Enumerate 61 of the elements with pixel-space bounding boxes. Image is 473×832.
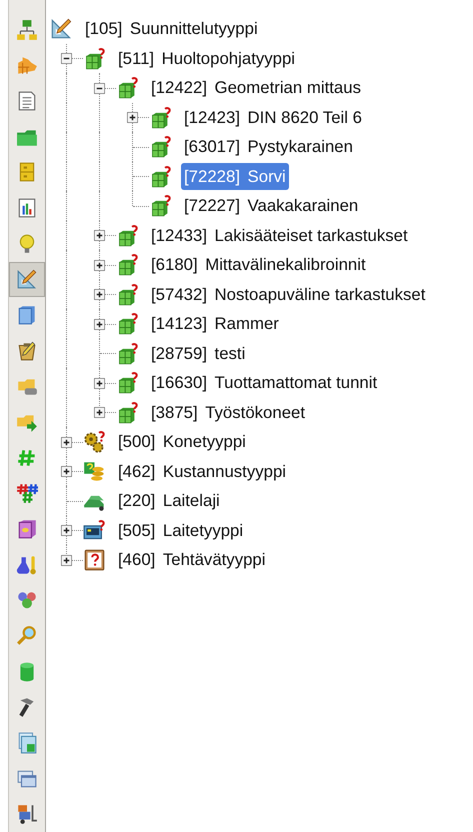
tree-item[interactable]: [12433] Lakisääteiset tarkastukset <box>148 222 411 249</box>
tree-item[interactable]: [105] Suunnittelutyyppi <box>82 15 261 42</box>
box-icon <box>116 282 139 306</box>
tree-item[interactable]: [16630] Tuottamattomat tunnit <box>148 369 380 396</box>
box-icon <box>149 106 172 129</box>
box-icon <box>149 135 172 158</box>
expand-icon[interactable] <box>94 260 105 271</box>
expand-icon[interactable] <box>94 289 105 300</box>
box-icon <box>149 194 172 218</box>
box-icon <box>149 164 172 188</box>
collapse-icon[interactable] <box>94 82 105 94</box>
ruler-icon <box>16 268 38 290</box>
expand-icon[interactable] <box>94 407 105 418</box>
expand-icon[interactable] <box>94 230 105 242</box>
tree-item[interactable]: [460] Tehtävätyyppi <box>115 546 268 574</box>
tree-item[interactable]: [511] Huoltopohjatyyppi <box>115 44 298 72</box>
collapse-icon[interactable] <box>61 53 72 64</box>
tree-item[interactable]: [72228] Sorvi <box>181 162 289 190</box>
expand-icon[interactable] <box>94 378 105 389</box>
tree-item[interactable]: [462] Kustannustyyppi <box>115 458 290 485</box>
tree-item[interactable]: [63017] Pystykarainen <box>181 133 356 160</box>
tree-item[interactable]: [14123] Rammer <box>148 310 282 338</box>
tree-item[interactable]: [505] Laitetyyppi <box>115 516 246 544</box>
box-icon <box>116 224 139 247</box>
monitor-icon <box>83 518 106 542</box>
tree-item[interactable]: [500] Konetyyppi <box>115 428 249 456</box>
expand-icon[interactable] <box>61 525 72 536</box>
document-icon <box>16 90 38 112</box>
expand-icon[interactable] <box>127 112 138 124</box>
gears-icon <box>83 430 106 454</box>
box-icon <box>116 253 139 276</box>
search-icon <box>16 624 38 647</box>
document-stack-icon <box>16 732 38 754</box>
box-icon <box>116 76 139 100</box>
expand-icon[interactable] <box>61 436 72 448</box>
tree-item[interactable]: [220] Laitelaji <box>115 487 223 514</box>
box-icon <box>116 342 139 365</box>
hashes-icon <box>16 482 38 504</box>
expand-icon[interactable] <box>61 554 72 566</box>
box-icon <box>116 371 139 394</box>
tree-item[interactable]: [28759] testi <box>148 340 248 367</box>
box-icon <box>83 46 106 70</box>
box-icon <box>116 312 139 336</box>
book-icon <box>16 518 38 540</box>
expand-icon[interactable] <box>94 318 105 330</box>
expand-icon[interactable] <box>61 466 72 478</box>
tree-item[interactable]: [57432] Nostoapuväline tarkastukset <box>148 280 428 308</box>
box-icon <box>116 400 139 424</box>
tree-item[interactable]: [12422] Geometrian mittaus <box>148 74 364 102</box>
forklift-icon <box>16 803 38 826</box>
network-icon <box>16 18 38 41</box>
tree-item[interactable]: [3875] Työstökoneet <box>148 398 308 426</box>
chart-icon <box>16 197 38 220</box>
money-icon <box>83 460 106 483</box>
tree-item[interactable]: [12423] DIN 8620 Teil 6 <box>181 104 365 131</box>
ruler-icon <box>50 17 73 40</box>
tree-item[interactable]: [6180] Mittavälinekalibroinnit <box>148 251 369 278</box>
clipboard-icon <box>83 548 106 572</box>
flask-icon <box>16 554 38 576</box>
tree-item[interactable]: [72227] Vaakakarainen <box>181 192 362 220</box>
clipboard-icon <box>16 340 38 362</box>
